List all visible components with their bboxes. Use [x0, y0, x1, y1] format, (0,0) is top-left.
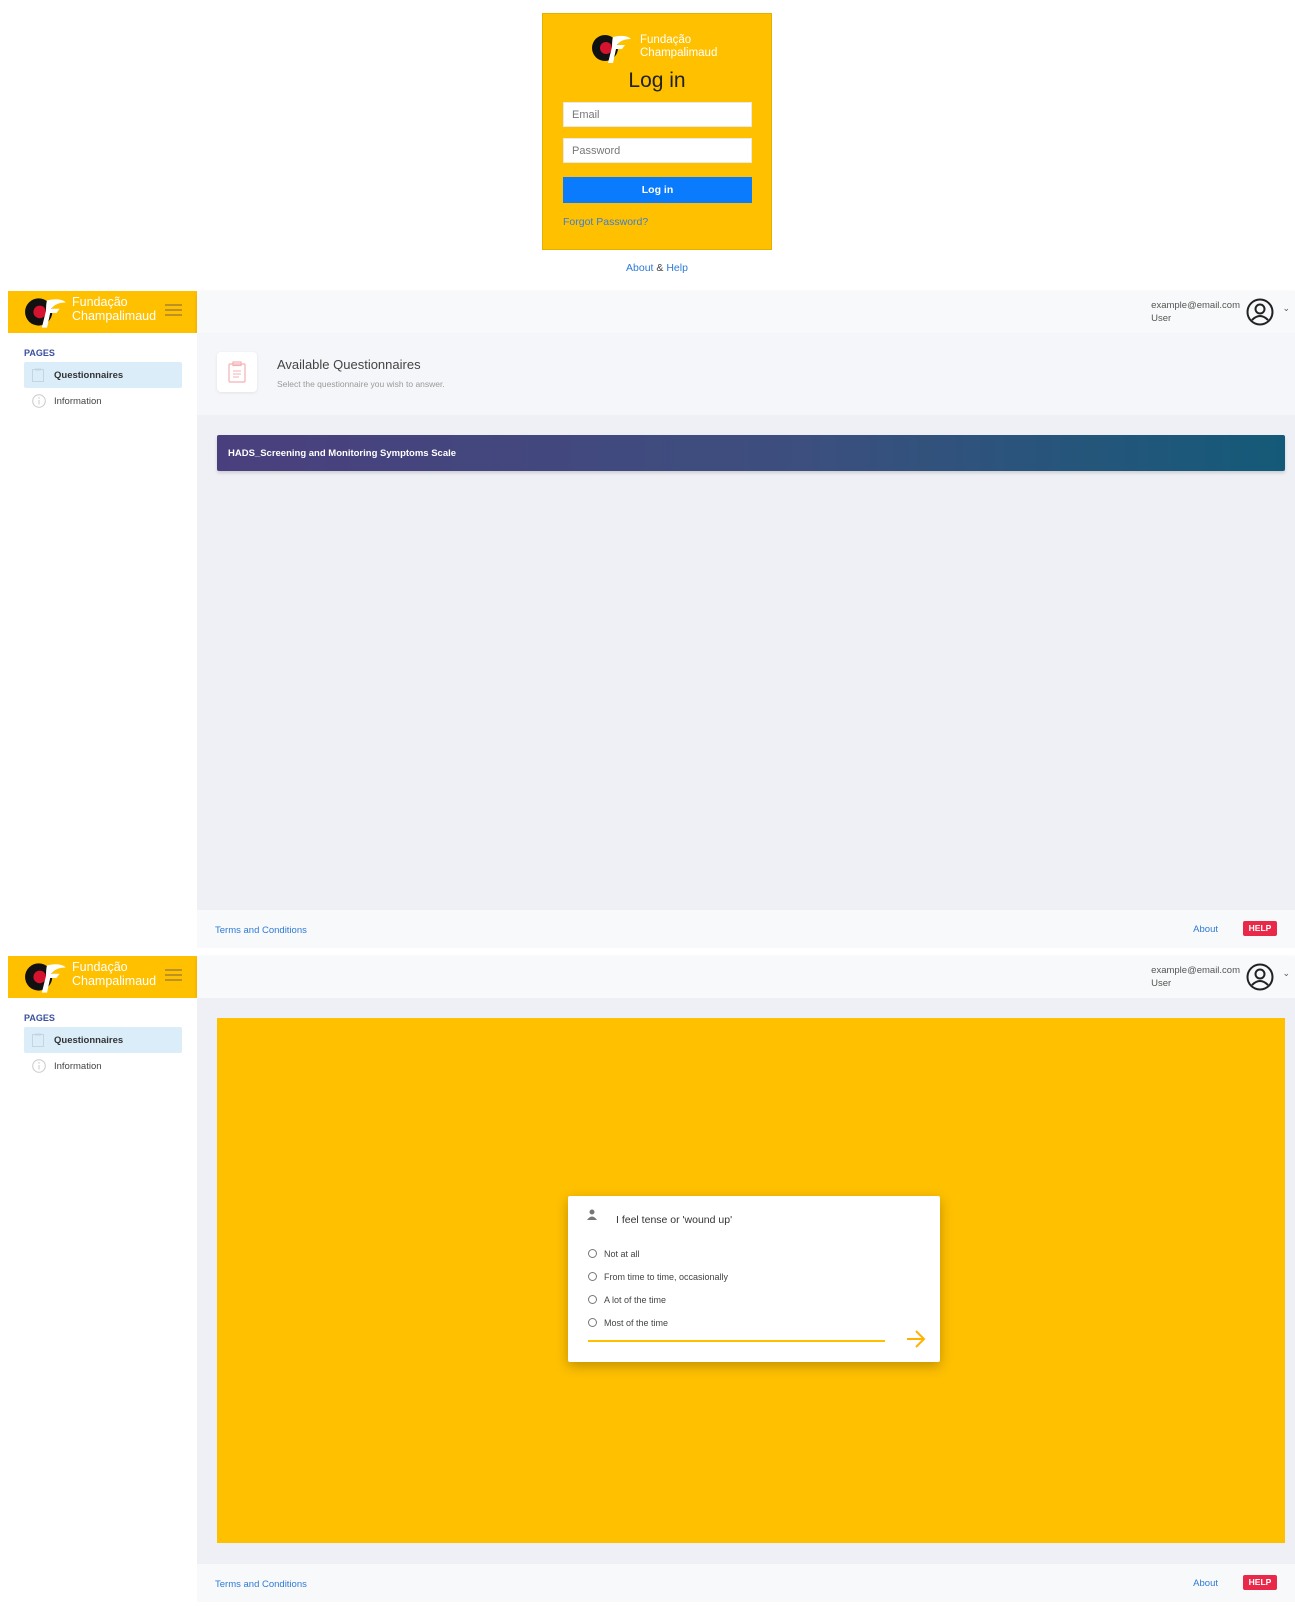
- chevron-down-icon[interactable]: ⌄: [1282, 303, 1290, 314]
- clipboard-icon: [32, 368, 44, 382]
- sidebar-item-information[interactable]: Information: [24, 388, 182, 414]
- main-content: I feel tense or 'wound up' Not at all Fr…: [197, 998, 1295, 1564]
- question-text: I feel tense or 'wound up': [616, 1214, 733, 1226]
- answer-option-label: Most of the time: [604, 1318, 669, 1328]
- brand-name: Fundação Champalimaud: [72, 960, 156, 988]
- top-navbar: example@email.com User ⌄: [197, 956, 1295, 998]
- top-navbar: example@email.com User ⌄: [197, 291, 1295, 333]
- brand-name: Fundação Champalimaud: [72, 295, 156, 323]
- brand-line-1: Fundação: [72, 295, 128, 309]
- sidebar-item-label: Questionnaires: [54, 1035, 124, 1046]
- user-avatar-icon[interactable]: [1246, 298, 1274, 326]
- help-button[interactable]: HELP: [1243, 921, 1277, 936]
- sidebar-item-label: Questionnaires: [54, 370, 124, 381]
- user-role: User: [1151, 978, 1172, 989]
- ampersand: &: [656, 262, 664, 274]
- sidebar-item-questionnaires[interactable]: Questionnaires: [24, 362, 182, 388]
- questionnaire-item-title: HADS_Screening and Monitoring Symptoms S…: [228, 448, 457, 459]
- email-input[interactable]: [563, 102, 752, 127]
- sidebar-item-label: Information: [54, 1061, 102, 1072]
- clipboard-icon: [228, 361, 246, 383]
- user-info[interactable]: example@email.com User: [1151, 964, 1240, 990]
- brand-line-2: Champalimaud: [72, 309, 157, 323]
- clipboard-icon: [32, 1033, 44, 1047]
- sidebar-item-information[interactable]: Information: [24, 1053, 182, 1079]
- user-email: example@email.com: [1151, 965, 1240, 976]
- password-input[interactable]: [563, 138, 752, 163]
- about-link[interactable]: About: [1193, 1578, 1218, 1589]
- about-link[interactable]: About: [626, 262, 653, 274]
- brand-line-1: Fundação: [640, 34, 692, 46]
- sidebar: PAGES Questionnaires Information: [8, 333, 197, 948]
- about-help-links: About & Help: [542, 262, 772, 274]
- champalimaud-logo-icon: [592, 35, 631, 63]
- footer: Terms and Conditions About HELP: [197, 1564, 1295, 1602]
- question-screen: Fundação Champalimaud example@email.com …: [8, 956, 1295, 1606]
- brand-header: Fundação Champalimaud: [8, 291, 197, 333]
- terms-link[interactable]: Terms and Conditions: [215, 925, 307, 936]
- sidebar: PAGES Questionnaires Information: [8, 998, 197, 1606]
- brand-header: Fundação Champalimaud: [8, 956, 197, 998]
- radio-button[interactable]: [588, 1249, 597, 1258]
- page-header: Available Questionnaires Select the ques…: [197, 333, 1295, 415]
- brand-line-2: Champalimaud: [72, 974, 157, 988]
- person-icon: [587, 1209, 597, 1220]
- forgot-password-link[interactable]: Forgot Password?: [563, 216, 648, 228]
- login-logo: Fundação Champalimaud: [591, 33, 731, 65]
- sidebar-section-title: PAGES: [24, 1013, 55, 1023]
- radio-button[interactable]: [588, 1272, 597, 1281]
- user-avatar-icon[interactable]: [1246, 963, 1274, 991]
- answer-option-label: A lot of the time: [604, 1295, 667, 1305]
- answer-option-label: Not at all: [604, 1249, 640, 1259]
- help-link[interactable]: Help: [666, 262, 688, 274]
- sidebar-item-questionnaires[interactable]: Questionnaires: [24, 1027, 182, 1053]
- page-subtitle: Select the questionnaire you wish to ans…: [277, 379, 445, 389]
- user-role: User: [1151, 313, 1172, 324]
- main-content: Available Questionnaires Select the ques…: [197, 333, 1295, 910]
- question-card: I feel tense or 'wound up' Not at all Fr…: [568, 1196, 940, 1362]
- about-link[interactable]: About: [1193, 924, 1218, 935]
- menu-toggle-icon[interactable]: [165, 304, 182, 318]
- brand-line-2: Champalimaud: [640, 47, 718, 59]
- question-underline: [588, 1340, 885, 1342]
- chevron-down-icon[interactable]: ⌄: [1282, 968, 1290, 979]
- page-header-icon: [217, 352, 257, 392]
- sidebar-section-title: PAGES: [24, 348, 55, 358]
- terms-link[interactable]: Terms and Conditions: [215, 1579, 307, 1590]
- answer-option-label: From time to time, occasionally: [604, 1272, 729, 1282]
- radio-button[interactable]: [588, 1318, 597, 1327]
- question-panel: I feel tense or 'wound up' Not at all Fr…: [217, 1018, 1285, 1543]
- help-button[interactable]: HELP: [1243, 1575, 1277, 1590]
- brand-line-1: Fundação: [72, 960, 128, 974]
- sidebar-item-label: Information: [54, 396, 102, 407]
- champalimaud-logo-icon: [25, 963, 66, 993]
- info-icon: [32, 394, 46, 408]
- radio-button[interactable]: [588, 1295, 597, 1304]
- questionnaires-screen: Fundação Champalimaud example@email.com …: [8, 291, 1295, 948]
- info-icon: [32, 1059, 46, 1073]
- brand-name: Fundação Champalimaud: [640, 34, 717, 60]
- questionnaire-item[interactable]: HADS_Screening and Monitoring Symptoms S…: [217, 435, 1285, 471]
- menu-toggle-icon[interactable]: [165, 969, 182, 983]
- login-button[interactable]: Log in: [563, 177, 752, 203]
- champalimaud-logo-icon: [25, 298, 66, 328]
- arrow-right-icon[interactable]: [905, 1329, 927, 1349]
- page-title: Available Questionnaires: [277, 357, 421, 372]
- user-info[interactable]: example@email.com User: [1151, 299, 1240, 325]
- login-title: Log in: [628, 69, 686, 92]
- footer: Terms and Conditions About HELP: [197, 910, 1295, 948]
- login-card: Fundação Champalimaud Log in Log in Forg…: [542, 13, 772, 250]
- user-email: example@email.com: [1151, 300, 1240, 311]
